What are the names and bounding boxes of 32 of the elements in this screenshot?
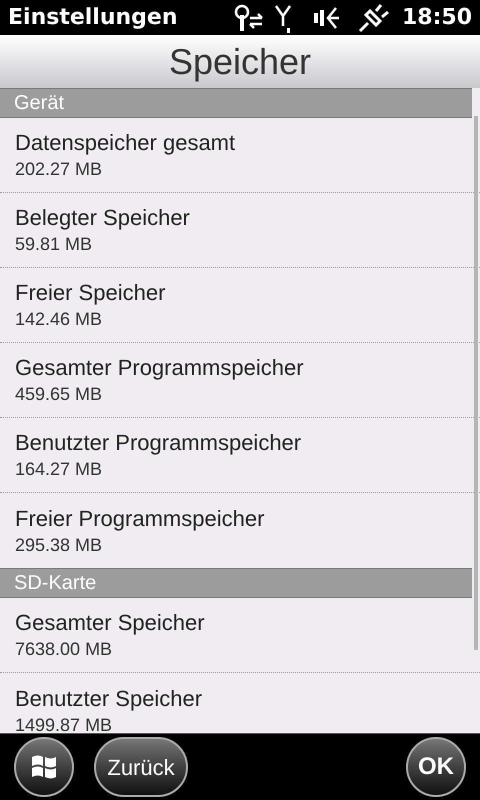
list-item[interactable]: Benutzter Programmspeicher 164.27 MB [0, 418, 480, 493]
item-label: Freier Programmspeicher [15, 504, 266, 532]
list-item[interactable]: Gesamter Speicher 7638.00 MB [0, 598, 480, 673]
back-button[interactable]: Zurück [94, 737, 188, 797]
item-value: 142.46 MB [15, 308, 104, 331]
list-item[interactable]: Belegter Speicher 59.81 MB [0, 193, 480, 268]
item-label: Gesamter Speicher [15, 609, 206, 637]
item-value: 459.65 MB [15, 383, 104, 406]
item-label: Benutzter Speicher [15, 684, 204, 712]
item-label: Datenspeicher gesamt [15, 129, 236, 157]
item-value: 1499.87 MB [15, 714, 114, 733]
section-header: Gerät [0, 88, 472, 118]
item-label: Benutzter Programmspeicher [15, 429, 302, 457]
list-item[interactable]: Freier Programmspeicher 295.38 MB [0, 493, 480, 568]
item-value: 295.38 MB [15, 534, 104, 556]
item-value: 164.27 MB [15, 458, 104, 481]
item-label: Belegter Speicher [15, 204, 191, 232]
list-item[interactable]: Freier Speicher 142.46 MB [0, 268, 480, 343]
item-value: 59.81 MB [15, 233, 94, 256]
app-title: Einstellungen [8, 4, 178, 32]
item-label: Gesamter Programmspeicher [15, 354, 305, 382]
item-label: Freier Speicher [15, 279, 166, 307]
clock: 18:50 [402, 4, 472, 32]
list-item[interactable]: Gesamter Programmspeicher 459.65 MB [0, 343, 480, 418]
page-title: Speicher [168, 40, 312, 84]
list-item[interactable]: Benutzter Speicher 1499.87 MB [0, 673, 480, 733]
item-value: 7638.00 MB [15, 638, 114, 661]
signal-icon [274, 2, 292, 32]
ok-button[interactable]: OK [406, 737, 466, 797]
item-value: 202.27 MB [15, 158, 104, 181]
section-header: SD-Karte [0, 568, 472, 598]
list-item[interactable]: Datenspeicher gesamt 202.27 MB [0, 118, 480, 193]
